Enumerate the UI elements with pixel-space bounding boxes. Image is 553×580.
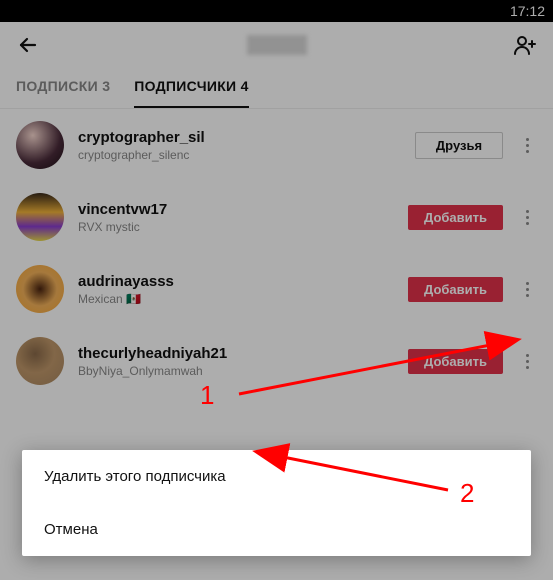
cancel-button[interactable]: Отмена bbox=[22, 503, 531, 556]
remove-follower-button[interactable]: Удалить этого подписчика bbox=[22, 450, 531, 503]
bottom-sheet: Удалить этого подписчика Отмена bbox=[22, 450, 531, 556]
